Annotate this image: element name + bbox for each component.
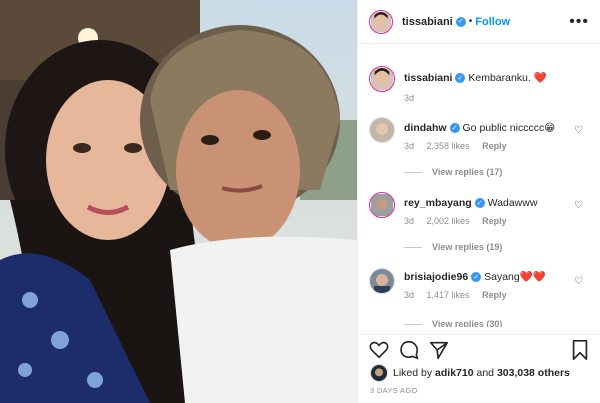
reply-button[interactable]: Reply bbox=[482, 290, 507, 300]
comment-text: Wadawww bbox=[487, 197, 538, 209]
commenter-username[interactable]: brisiajodie96 bbox=[404, 271, 468, 283]
post-header: tissabiani ✓ • Follow ••• bbox=[358, 0, 600, 44]
comment-age: 3d bbox=[404, 216, 415, 226]
author-username[interactable]: tissabiani bbox=[402, 16, 453, 28]
bookmark-icon[interactable] bbox=[569, 339, 591, 361]
reply-button[interactable]: Reply bbox=[482, 216, 507, 226]
caption-username[interactable]: tissabiani bbox=[404, 72, 452, 84]
reply-button[interactable]: Reply bbox=[482, 141, 507, 151]
separator-dot: • bbox=[468, 16, 473, 27]
caption-text: Kembaranku. ❤️ bbox=[468, 72, 547, 84]
comment-like-heart-icon[interactable]: ♡ bbox=[574, 125, 583, 136]
comment-like-heart-icon[interactable]: ♡ bbox=[574, 200, 583, 211]
view-replies-button[interactable]: View replies (17) bbox=[404, 167, 502, 177]
liker-username[interactable]: adik710 bbox=[435, 367, 474, 379]
commenter-username[interactable]: rey_mbayang bbox=[404, 197, 472, 209]
comment-item: brisiajodie96 ✓ Sayang❤️❤️ 3d 1,417 likes… bbox=[369, 268, 591, 300]
caption-age: 3d bbox=[404, 93, 415, 103]
share-icon[interactable] bbox=[428, 339, 450, 361]
caption-avatar[interactable] bbox=[369, 66, 395, 92]
verified-badge-icon: ✓ bbox=[455, 16, 466, 27]
liked-by-and: and bbox=[476, 367, 495, 379]
verified-badge-icon: ✓ bbox=[474, 198, 485, 209]
post-actions: Liked by adik710 and 303,038 others 3 DA… bbox=[358, 334, 600, 403]
comment-like-heart-icon[interactable]: ♡ bbox=[574, 276, 583, 287]
view-replies-button[interactable]: View replies (19) bbox=[404, 242, 502, 252]
comment-age: 3d bbox=[404, 290, 415, 300]
commenter-username[interactable]: dindahw bbox=[404, 122, 447, 134]
author-avatar[interactable] bbox=[369, 9, 393, 34]
verified-badge-icon: ✓ bbox=[455, 73, 466, 84]
post-details-panel: tissabiani ✓ • Follow ••• tissabiani ✓ Ke… bbox=[357, 0, 600, 403]
caption: tissabiani ✓ Kembaranku. ❤️ 3d bbox=[369, 66, 591, 103]
post-photo[interactable] bbox=[0, 0, 357, 403]
comment-age: 3d bbox=[404, 141, 415, 151]
commenter-avatar[interactable] bbox=[369, 117, 395, 143]
commenter-avatar[interactable] bbox=[369, 268, 395, 294]
heart-icon[interactable] bbox=[368, 339, 390, 361]
likes-summary: Liked by adik710 and 303,038 others bbox=[370, 364, 570, 382]
liked-by-prefix: Liked by bbox=[393, 367, 433, 379]
liker-avatar[interactable] bbox=[370, 364, 388, 382]
action-icons bbox=[368, 339, 450, 361]
comment-likes[interactable]: 2,002 likes bbox=[427, 216, 470, 226]
comment-item: rey_mbayang ✓ Wadawww 3d 2,002 likes Repl… bbox=[369, 192, 591, 226]
view-replies-button[interactable]: View replies (30) bbox=[404, 319, 502, 327]
follow-button[interactable]: Follow bbox=[475, 16, 510, 28]
comment-item: dindahw ✓ Go public niccccc😁 3d 2,358 lik… bbox=[369, 117, 591, 151]
likes-count[interactable]: 303,038 others bbox=[497, 367, 570, 379]
comment-likes[interactable]: 2,358 likes bbox=[427, 141, 470, 151]
commenter-avatar[interactable] bbox=[369, 192, 395, 218]
comment-text: Sayang❤️❤️ bbox=[484, 271, 546, 283]
more-options-icon[interactable]: ••• bbox=[569, 13, 589, 31]
comment-likes[interactable]: 1,417 likes bbox=[427, 290, 470, 300]
verified-badge-icon: ✓ bbox=[471, 272, 482, 283]
comment-icon[interactable] bbox=[398, 339, 420, 361]
comments-list[interactable]: tissabiani ✓ Kembaranku. ❤️ 3d dindahw ✓ G… bbox=[358, 44, 600, 334]
post-timestamp[interactable]: 3 DAYS AGO bbox=[370, 386, 417, 395]
verified-badge-icon: ✓ bbox=[449, 123, 460, 134]
comment-text: Go public niccccc😁 bbox=[462, 122, 556, 134]
